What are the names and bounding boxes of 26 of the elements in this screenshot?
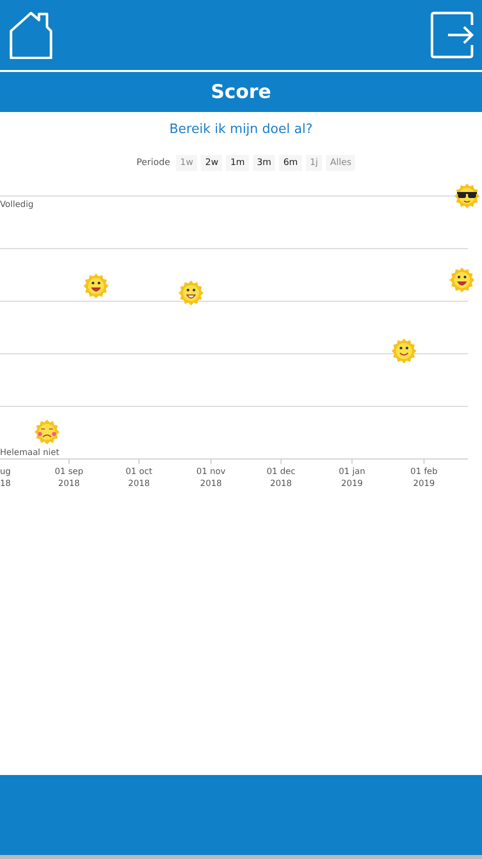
sun-face-icon — [178, 280, 204, 306]
logout-icon — [430, 11, 474, 59]
sun-face-icon — [454, 184, 480, 208]
y-axis-label: Volledig — [0, 200, 34, 210]
period-label: Periode — [136, 158, 170, 168]
x-axis-label: ug 18 — [0, 467, 11, 489]
home-button[interactable] — [9, 11, 53, 59]
x-axis-label: 01 oct 2018 — [126, 467, 152, 489]
sun-face-icon — [450, 268, 474, 292]
page-title: Score — [210, 81, 272, 103]
sun-face-icon — [84, 274, 108, 298]
period-button[interactable]: 6m — [279, 155, 302, 171]
chart-title: Bereik ik mijn doel al? — [169, 122, 313, 137]
x-axis-label: 01 feb 2019 — [410, 467, 438, 489]
period-button[interactable]: 2w — [201, 155, 222, 171]
y-axis-label: Helemaal niet — [0, 448, 60, 458]
house-icon — [9, 11, 53, 59]
sun-face-icon — [34, 420, 60, 444]
logout-button[interactable] — [430, 11, 474, 59]
period-button[interactable]: 3m — [252, 155, 276, 171]
x-axis-label: 01 dec 2018 — [266, 467, 296, 489]
x-axis-label: 01 jan 2019 — [338, 467, 366, 489]
x-axis-label: 01 nov 2018 — [196, 467, 226, 489]
sun-face-icon — [392, 338, 416, 364]
period-button[interactable]: 1m — [226, 155, 249, 171]
x-axis-label: 01 sep 2018 — [54, 467, 84, 489]
